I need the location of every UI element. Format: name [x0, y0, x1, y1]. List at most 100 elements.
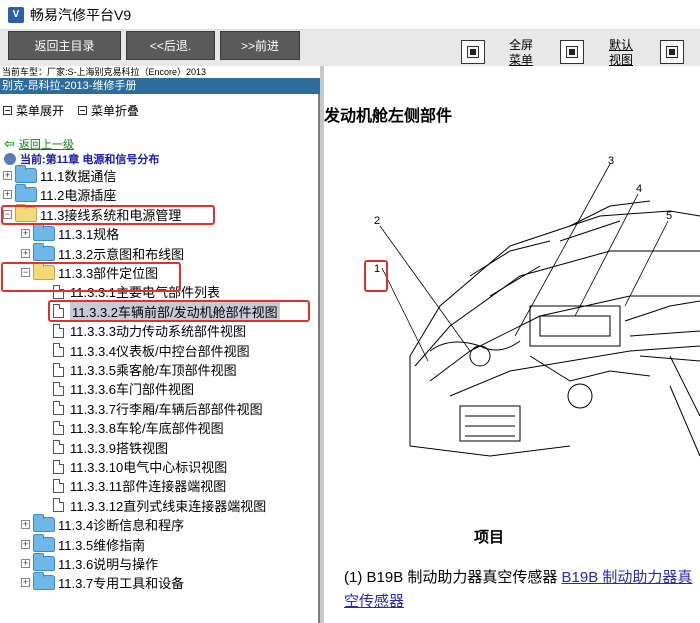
current-model-text: 当前车型：厂家:S-上海别克易科拉（Encore）2013	[0, 66, 320, 78]
tree-item-label: 11.3.3.10电气中心标识视图	[70, 460, 228, 475]
folder-icon	[33, 553, 55, 571]
document-icon	[53, 323, 64, 338]
default-view-button[interactable]: 默认 视图	[604, 38, 638, 68]
folder-icon	[33, 223, 55, 242]
expand-toggle-icon[interactable]: +	[21, 539, 30, 549]
tree-item-label: 11.3.1规格	[58, 227, 120, 243]
tree-item[interactable]: +11.3.2示意图和布线图	[21, 242, 185, 263]
expand-toggle-icon[interactable]: +	[21, 559, 30, 568]
tree-item[interactable]: +11.3.6说明与操作	[21, 553, 159, 573]
tree-item[interactable]: +11.3.5维修指南	[21, 533, 146, 554]
tree-item[interactable]: 11.3.3.7行李厢/车辆后部部件视图	[53, 399, 263, 418]
menu-expand-label: 菜单展开	[16, 104, 65, 118]
tree-item-label: 11.3.3.6车门部件视图	[70, 382, 195, 398]
collapse-icon	[78, 106, 88, 115]
document-icon	[53, 459, 64, 474]
tree-item-label: 11.3.3.4仪表板/中控台部件视图	[70, 343, 250, 359]
expand-toggle-icon[interactable]: +	[21, 578, 30, 588]
item-1: (1) B19B 制动助力器真空传感器 B19B 制动助力器真空传感器	[344, 566, 700, 614]
tree-item-label: 11.3.3.11部件连接器端视图	[70, 479, 227, 495]
folder-icon	[33, 572, 55, 591]
tree-item-label: 11.3.3.2车辆前部/发动机舱部件视图	[70, 301, 280, 321]
tree-item[interactable]: +11.3.4诊断信息和程序	[21, 514, 185, 534]
tree-item[interactable]: 11.3.3.1主要电气部件列表	[53, 282, 220, 301]
tree-item-label: 11.3.6说明与操作	[58, 557, 159, 572]
folder-icon	[15, 165, 37, 183]
split-view-icon[interactable]	[560, 40, 584, 64]
folder-icon	[33, 533, 55, 552]
fullscreen-label-1: 全屏	[508, 38, 533, 52]
tree-item[interactable]: +11.3.1规格	[21, 223, 120, 243]
menu-expand-button[interactable]: 菜单展开	[3, 102, 64, 119]
tree-item-label: 11.3.7专用工具和设备	[58, 576, 185, 592]
current-chapter: 当前:第11章 电源和信号分布	[4, 151, 159, 167]
expand-toggle-icon[interactable]: +	[21, 520, 30, 530]
document-icon	[53, 401, 64, 416]
expand-toggle-icon[interactable]: +	[21, 248, 30, 258]
folder-icon	[33, 242, 55, 261]
current-chapter-label: 当前:第11章 电源和信号分布	[20, 154, 160, 166]
tree-item-label: 11.3.3.8车轮/车底部件视图	[70, 421, 224, 437]
open-folder-icon	[15, 203, 37, 222]
tree-item[interactable]: 11.3.3.12直列式线束连接器端视图	[53, 496, 266, 515]
document-icon	[53, 498, 64, 513]
tree-item-label: 11.3.3.5乘客舱/车顶部件视图	[70, 363, 237, 378]
back-to-main-button[interactable]: 返回主目录	[8, 31, 121, 60]
tree-item-label: 11.3.3.1主要电气部件列表	[70, 285, 221, 301]
document-icon	[53, 343, 64, 358]
tree-item-selected[interactable]: 11.3.3.2车辆前部/发动机舱部件视图	[53, 301, 280, 321]
callout-1: 1	[374, 263, 380, 275]
document-icon	[53, 420, 64, 435]
back-up-link[interactable]: ⇦ 返回上一级	[4, 136, 74, 152]
tree-item[interactable]: +11.1数据通信	[3, 165, 116, 185]
tree-item[interactable]: 11.3.3.10电气中心标识视图	[53, 457, 227, 476]
back-button[interactable]: <<后退.	[126, 31, 215, 60]
engine-bay-diagram: 1 2 3 4 5	[374, 156, 700, 457]
tree-item[interactable]: +11.3.7专用工具和设备	[21, 572, 185, 592]
tree-item[interactable]: 11.3.3.6车门部件视图	[53, 379, 194, 398]
collapse-toggle-icon[interactable]: −	[21, 268, 30, 277]
forward-button[interactable]: >>前进	[220, 31, 300, 60]
tree-item[interactable]: 11.3.3.9搭铁视图	[53, 438, 168, 457]
tree-item-label: 11.3.4诊断信息和程序	[58, 518, 185, 534]
collapse-toggle-icon[interactable]: −	[3, 209, 12, 219]
tree-item[interactable]: 11.3.3.5乘客舱/车顶部件视图	[53, 360, 237, 379]
back-arrow-icon: ⇦	[4, 136, 15, 151]
app-title: 畅易汽修平台V9	[30, 6, 132, 23]
tree-item[interactable]: 11.3.3.3动力传动系统部件视图	[53, 321, 246, 340]
callout-4: 4	[636, 183, 642, 195]
document-icon	[53, 284, 64, 299]
expand-toggle-icon[interactable]: +	[3, 190, 12, 200]
tree-item[interactable]: − 11.3.3部件定位图	[21, 262, 158, 282]
content-pane: 发动机舱左侧部件 1 2 3 4 5 项目 (1) B19B 制动助力器真空传感…	[324, 66, 700, 623]
tree-item[interactable]: 11.3.3.8车轮/车底部件视图	[53, 418, 224, 437]
item-1-text: (1) B19B 制动助力器真空传感器	[344, 569, 562, 586]
callout-5: 5	[666, 210, 672, 222]
expand-toggle-icon[interactable]: +	[21, 229, 30, 239]
tree-item-label: 11.3.5维修指南	[58, 537, 146, 553]
app-icon: V	[8, 6, 24, 23]
tree-item[interactable]: 11.3.3.11部件连接器端视图	[53, 476, 226, 495]
tree-item[interactable]: 11.3.3.4仪表板/中控台部件视图	[53, 341, 250, 360]
document-icon	[53, 478, 64, 493]
callout-2: 2	[374, 215, 380, 227]
fullscreen-icon[interactable]	[461, 40, 485, 64]
menu-collapse-button[interactable]: 菜单折叠	[78, 102, 139, 119]
callout-3: 3	[608, 156, 614, 167]
toolbar: 返回主目录 <<后退. >>前进 全屏 菜单 默认 视图	[0, 30, 700, 68]
document-icon	[53, 304, 64, 319]
back-up-label: 返回上一级	[18, 139, 74, 151]
tree-item[interactable]: − 11.3接线系统和电源管理	[3, 203, 181, 224]
expand-icon	[3, 106, 12, 115]
right-panel-icon[interactable]	[660, 40, 684, 64]
tree-item[interactable]: +11.2电源插座	[3, 184, 116, 204]
fullscreen-menu-button[interactable]: 全屏 菜单	[504, 38, 538, 68]
folder-icon	[33, 514, 55, 533]
tree-item-label: 11.3.2示意图和布线图	[58, 246, 185, 262]
document-icon	[53, 440, 64, 455]
expand-toggle-icon[interactable]: +	[3, 171, 12, 180]
menu-collapse-label: 菜单折叠	[91, 104, 140, 118]
tree-item-label: 11.3.3.7行李厢/车辆后部部件视图	[70, 401, 263, 417]
items-heading: 项目	[474, 529, 505, 546]
user-icon	[4, 153, 16, 165]
